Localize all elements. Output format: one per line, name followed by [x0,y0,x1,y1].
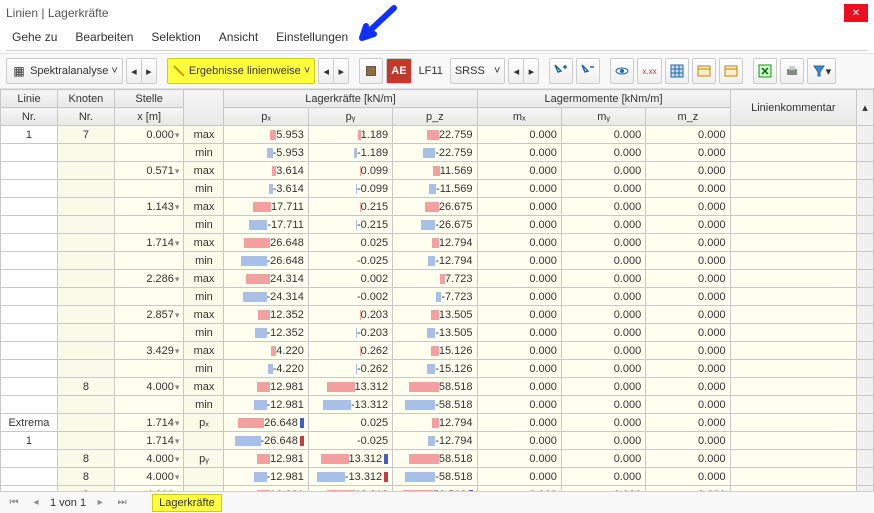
ae-button[interactable]: AE [386,58,411,84]
excel-icon [758,64,772,78]
col-px[interactable]: pₓ [224,108,308,126]
spectral-icon: ▦ [11,63,27,79]
results-table-wrapper[interactable]: Linie Knoten Stelle Lagerkräfte [kN/m] L… [0,89,874,491]
table-row[interactable]: 1.143▾ max 17.711 0.215 26.675 0.000 0.0… [1,198,874,216]
menubar: Gehe zu Bearbeiten Selektion Ansicht Ein… [0,26,874,48]
cal-btn-2[interactable] [719,58,743,84]
lf-label: LF11 [415,58,447,84]
col-knoten-nr[interactable]: Nr. [57,108,114,126]
col-mz[interactable]: m_z [646,108,730,126]
col-mx[interactable]: mₓ [477,108,561,126]
table-row[interactable]: min -4.220 -0.262 -15.126 0.000 0.000 0.… [1,360,874,378]
grid-icon [670,64,684,78]
menu-settings[interactable]: Einstellungen [268,28,356,46]
eye-icon [615,64,629,78]
spectral-dropdown[interactable]: ▦ Spektralanalyse ˅ [6,58,123,84]
table-row[interactable]: Extrema 1.714▾ pₓ 26.648 0.025 12.794 0.… [1,414,874,432]
table-row[interactable]: min -12.352 -0.203 -13.505 0.000 0.000 0… [1,324,874,342]
table-row[interactable]: min -24.314 -0.002 -7.723 0.000 0.000 0.… [1,288,874,306]
calendar-icon-2 [724,64,738,78]
nav-next-1[interactable]: ▸ [141,58,157,84]
col-nr[interactable]: Nr. [1,108,58,126]
sheet-tab[interactable]: Lagerkräfte [152,494,222,512]
print-btn[interactable] [780,58,804,84]
printer-icon [785,64,799,78]
nav-prev-3[interactable]: ◂ [508,58,524,84]
menu-selection[interactable]: Selektion [143,28,208,46]
nav-prev[interactable]: ◂ [28,495,44,511]
col-py[interactable]: pᵧ [308,108,392,126]
nav-prev-1[interactable]: ◂ [126,58,142,84]
table-row[interactable]: min -3.614 -0.099 -11.569 0.000 0.000 0.… [1,180,874,198]
table-row[interactable]: 2.857▾ max 12.352 0.203 13.505 0.000 0.0… [1,306,874,324]
col-knoten[interactable]: Knoten [57,90,114,108]
view-btn[interactable] [610,58,634,84]
cal-btn-1[interactable] [692,58,716,84]
page-counter: 1 von 1 [50,497,86,509]
table-row[interactable]: 8 4.000▾ pᵧ 12.981 13.312 58.518 0.000 0… [1,450,874,468]
brown-square-icon [366,66,376,76]
menu-view[interactable]: Ansicht [211,28,266,46]
col-moment[interactable]: Lagermomente [kNm/m] [477,90,730,108]
funnel-icon [812,64,826,78]
col-my[interactable]: mᵧ [561,108,645,126]
excel-btn[interactable] [753,58,777,84]
brown-btn[interactable] [359,58,383,84]
table-row[interactable]: min -17.711 -0.215 -26.675 0.000 0.000 0… [1,216,874,234]
titlebar: Linien | Lagerkräfte ✕ [0,0,874,26]
table-row[interactable]: min -5.953 -1.189 -22.759 0.000 0.000 0.… [1,144,874,162]
cursor-plus-icon [554,64,568,78]
table-row[interactable]: min -26.648 -0.025 -12.794 0.000 0.000 0… [1,252,874,270]
filter-btn-2[interactable] [576,58,600,84]
table-row[interactable]: 2.286▾ max 24.314 0.002 7.723 0.000 0.00… [1,270,874,288]
col-x[interactable]: x [m] [114,108,184,126]
table-row[interactable]: 0.571▾ max 3.614 0.099 11.569 0.000 0.00… [1,162,874,180]
menu-edit[interactable]: Bearbeiten [67,28,141,46]
table-row[interactable]: 3.429▾ max 4.220 0.262 15.126 0.000 0.00… [1,342,874,360]
table-row[interactable]: 1 7 0.000▾ max 5.953 1.189 22.759 0.000 … [1,126,874,144]
xxx-btn[interactable]: x.xx [637,58,661,84]
col-stelle[interactable]: Stelle [114,90,184,108]
results-table: Linie Knoten Stelle Lagerkräfte [kN/m] L… [0,89,874,491]
toolbar: ▦ Spektralanalyse ˅ ◂▸ Ergebnisse linien… [0,53,874,89]
nav-prev-2[interactable]: ◂ [318,58,334,84]
filter-btn-1[interactable] [549,58,573,84]
col-pz[interactable]: p_z [393,108,477,126]
menu-goto[interactable]: Gehe zu [4,28,65,46]
funnel-btn[interactable]: ▾ [807,58,837,84]
close-button[interactable]: ✕ [844,4,868,22]
table-row[interactable]: 8 4.000▾ -12.981 -13.312 -58.518 0.000 0… [1,468,874,486]
col-lager[interactable]: Lagerkräfte [kN/m] [224,90,477,108]
results-linewise-dropdown[interactable]: Ergebnisse linienweise ˅ [167,58,315,84]
calendar-icon-1 [697,64,711,78]
line-icon [173,65,184,76]
col-comment[interactable]: Linienkommentar [730,90,857,126]
cursor-minus-icon [581,64,595,78]
statusbar: ⏮ ◂ 1 von 1 ▸ ⏭ Lagerkräfte [0,491,874,513]
nav-next-3[interactable]: ▸ [523,58,539,84]
nav-next-2[interactable]: ▸ [333,58,349,84]
srss-dropdown[interactable]: SRSS ˅ [450,58,506,84]
grid-btn[interactable] [665,58,689,84]
nav-first[interactable]: ⏮ [6,495,22,511]
nav-next[interactable]: ▸ [92,495,108,511]
table-row[interactable]: 1.714▾ max 26.648 0.025 12.794 0.000 0.0… [1,234,874,252]
table-row[interactable]: 8 4.000▾ max 12.981 13.312 58.518 0.000 … [1,378,874,396]
window-title: Linien | Lagerkräfte [6,6,844,20]
xxx-icon: x.xx [642,67,656,76]
col-linie[interactable]: Linie [1,90,58,108]
nav-last[interactable]: ⏭ [114,495,130,511]
table-row[interactable]: min -12.981 -13.312 -58.518 0.000 0.000 … [1,396,874,414]
scroll-up[interactable]: ▴ [857,90,874,126]
table-row[interactable]: 1 1.714▾ -26.648 -0.025 -12.794 0.000 0.… [1,432,874,450]
